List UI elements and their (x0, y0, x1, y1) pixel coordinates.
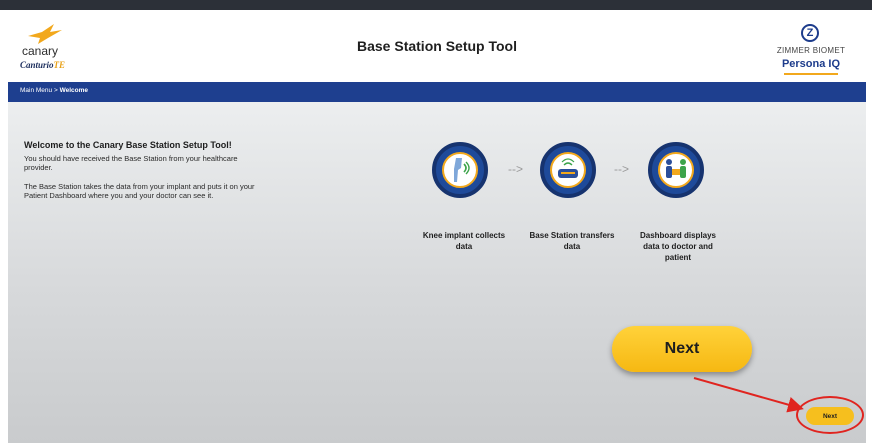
welcome-heading: Welcome to the Canary Base Station Setup… (24, 140, 232, 150)
breadcrumb-bar: Main Menu > Welcome (8, 82, 866, 102)
dashboard-people-icon (658, 152, 694, 188)
top-strip (0, 0, 872, 10)
step-2-label: Base Station transfers data (529, 231, 615, 251)
base-station-icon (550, 152, 586, 188)
step-3-circle (648, 142, 704, 198)
zimmer-biomet-text: ZIMMER BIOMET (776, 46, 846, 55)
welcome-paragraph-2: The Base Station takes the data from you… (24, 182, 255, 200)
next-button[interactable]: Next (806, 407, 854, 425)
page-title: Base Station Setup Tool (357, 38, 517, 54)
step-3-label: Dashboard displays data to doctor and pa… (639, 231, 717, 262)
persona-iq-text: Persona IQ (781, 58, 841, 70)
app-window: canary CanturioTE Base Station Setup Too… (8, 10, 866, 443)
breadcrumb-current: Welcome (59, 87, 88, 94)
app-header: canary CanturioTE Base Station Setup Too… (8, 10, 866, 80)
welcome-panel: Welcome to the Canary Base Station Setup… (8, 102, 866, 443)
step-arrow-1: --> (508, 162, 523, 176)
zimmer-biomet-persona-logo: Z ZIMMER BIOMET Persona IQ (766, 22, 856, 78)
step-1-label: Knee implant collects data (422, 231, 506, 251)
welcome-paragraph-1: You should have received the Base Statio… (24, 154, 238, 172)
step-2-circle (540, 142, 596, 198)
breadcrumb-separator: > (53, 87, 58, 94)
step-arrow-2: --> (614, 162, 629, 176)
knee-implant-icon (442, 152, 478, 188)
zimmer-biomet-z-icon: Z (801, 24, 819, 42)
persona-underline (784, 73, 838, 75)
canturio-product-text: CanturioTE (20, 60, 66, 70)
next-button-zoomed[interactable]: Next (612, 326, 752, 372)
breadcrumb: Main Menu > Welcome (20, 87, 88, 94)
breadcrumb-main-menu[interactable]: Main Menu (20, 87, 52, 94)
step-1-circle (432, 142, 488, 198)
